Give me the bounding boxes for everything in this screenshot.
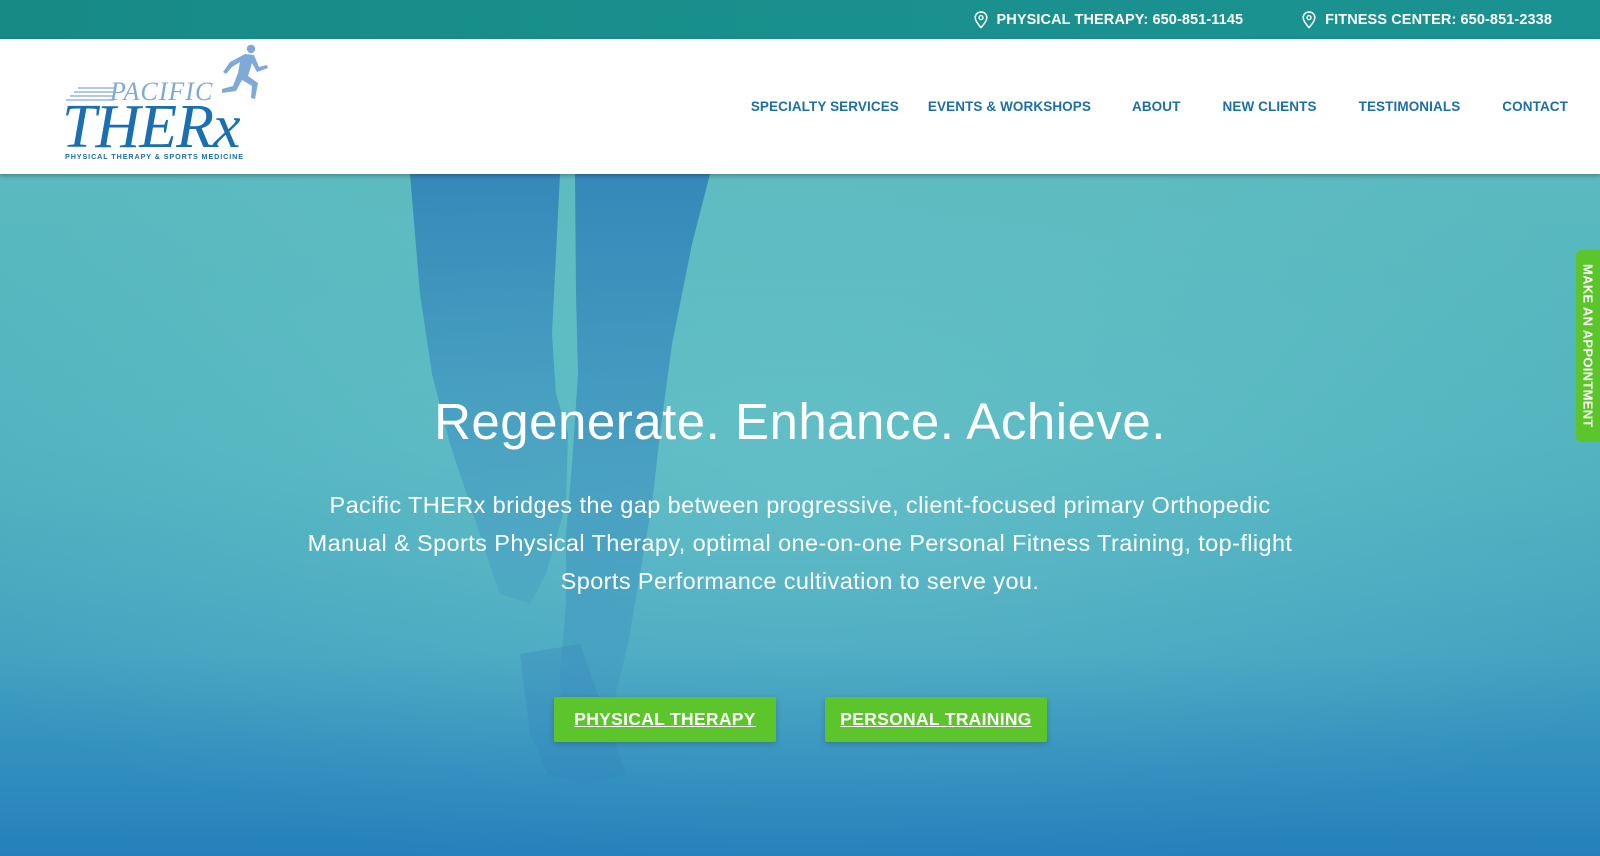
physical-therapy-phone-link[interactable]: PHYSICAL THERAPY: 650-851-1145	[973, 10, 1244, 29]
runner-icon	[222, 44, 268, 99]
nav-about[interactable]: ABOUT	[1132, 99, 1181, 114]
make-appointment-tab[interactable]: MAKE AN APPOINTMENT	[1576, 250, 1600, 442]
map-pin-icon	[1302, 10, 1316, 29]
fitness-center-phone-link[interactable]: FITNESS CENTER: 650-851-2338	[1301, 10, 1552, 29]
site-header: PACIFIC THERx PHYSICAL THERAPY & SPORTS …	[0, 39, 1600, 174]
map-pin-icon	[973, 10, 988, 29]
main-navigation: SPECIALTY SERVICES EVENTS & WORKSHOPS AB…	[751, 39, 1568, 174]
nav-testimonials[interactable]: TESTIMONIALS	[1359, 99, 1461, 114]
make-appointment-label: MAKE AN APPOINTMENT	[1580, 264, 1596, 428]
top-contact-bar: PHYSICAL THERAPY: 650-851-1145 FITNESS C…	[0, 0, 1600, 39]
hero-description: Pacific THERx bridges the gap between pr…	[307, 492, 1293, 594]
nav-events-workshops[interactable]: EVENTS & WORKSHOPS	[928, 99, 1091, 114]
nav-contact[interactable]: CONTACT	[1502, 99, 1568, 114]
logo-therx-text: THERx	[62, 93, 241, 161]
physical-therapy-phone-text: PHYSICAL THERAPY: 650-851-1145	[996, 11, 1244, 28]
hero-section: Regenerate. Enhance. Achieve. Pacific TH…	[0, 174, 1600, 856]
pacific-therx-logo[interactable]: PACIFIC THERx PHYSICAL THERAPY & SPORTS …	[62, 43, 272, 168]
logo-tagline: PHYSICAL THERAPY & SPORTS MEDICINE	[65, 152, 244, 161]
nav-specialty-services[interactable]: SPECIALTY SERVICES	[751, 99, 899, 114]
hero-headline: Regenerate. Enhance. Achieve.	[434, 393, 1166, 450]
fitness-center-phone-text: FITNESS CENTER: 650-851-2338	[1325, 11, 1552, 28]
personal-training-button[interactable]: PERSONAL TRAINING	[825, 697, 1047, 742]
nav-new-clients[interactable]: NEW CLIENTS	[1222, 99, 1316, 114]
physical-therapy-button[interactable]: PHYSICAL THERAPY	[554, 697, 776, 742]
